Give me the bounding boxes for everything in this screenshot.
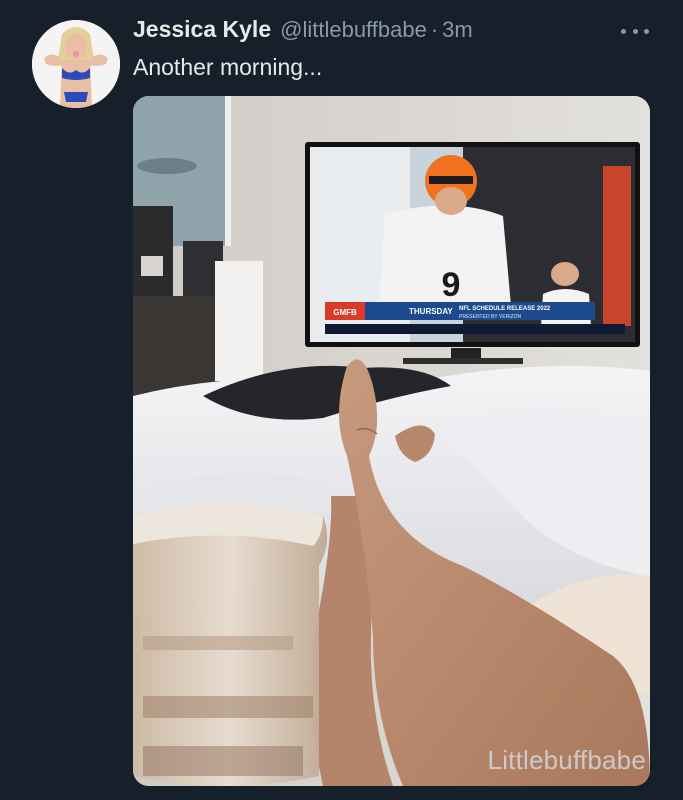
more-dot: [632, 28, 638, 34]
shelf: [215, 261, 263, 381]
avatar[interactable]: [32, 20, 120, 108]
tv-banner-sub: PRESENTED BY VERIZON: [459, 314, 522, 320]
tv-banner-badge: GMFB: [333, 308, 357, 317]
tweet-photo[interactable]: 9 GMFB THURSDAY NFL SCHEDULE RELEASE 202…: [133, 96, 650, 786]
user-handle[interactable]: @littlebuffbabe: [280, 17, 427, 43]
tv-jersey-number: 9: [442, 266, 461, 304]
tv-banner-headline: NFL SCHEDULE RELEASE 2022: [459, 306, 551, 312]
more-options-icon[interactable]: [621, 20, 649, 42]
tv-banner-day: THURSDAY: [409, 307, 453, 316]
tweet-card: Jessica Kyle @littlebuffbabe · 3m Anothe…: [0, 0, 683, 800]
photo-scene: 9 GMFB THURSDAY NFL SCHEDULE RELEASE 202…: [133, 96, 650, 786]
more-dot: [644, 28, 649, 34]
separator-dot: ·: [430, 17, 439, 42]
display-name[interactable]: Jessica Kyle: [133, 16, 271, 43]
more-dot: [621, 28, 626, 34]
watermark: Littlebuffbabe: [487, 745, 646, 775]
tweet-header: Jessica Kyle @littlebuffbabe · 3m: [133, 16, 473, 43]
avatar-image: [32, 20, 120, 108]
timestamp[interactable]: 3m: [442, 17, 473, 43]
tweet-text: Another morning...: [133, 54, 323, 80]
